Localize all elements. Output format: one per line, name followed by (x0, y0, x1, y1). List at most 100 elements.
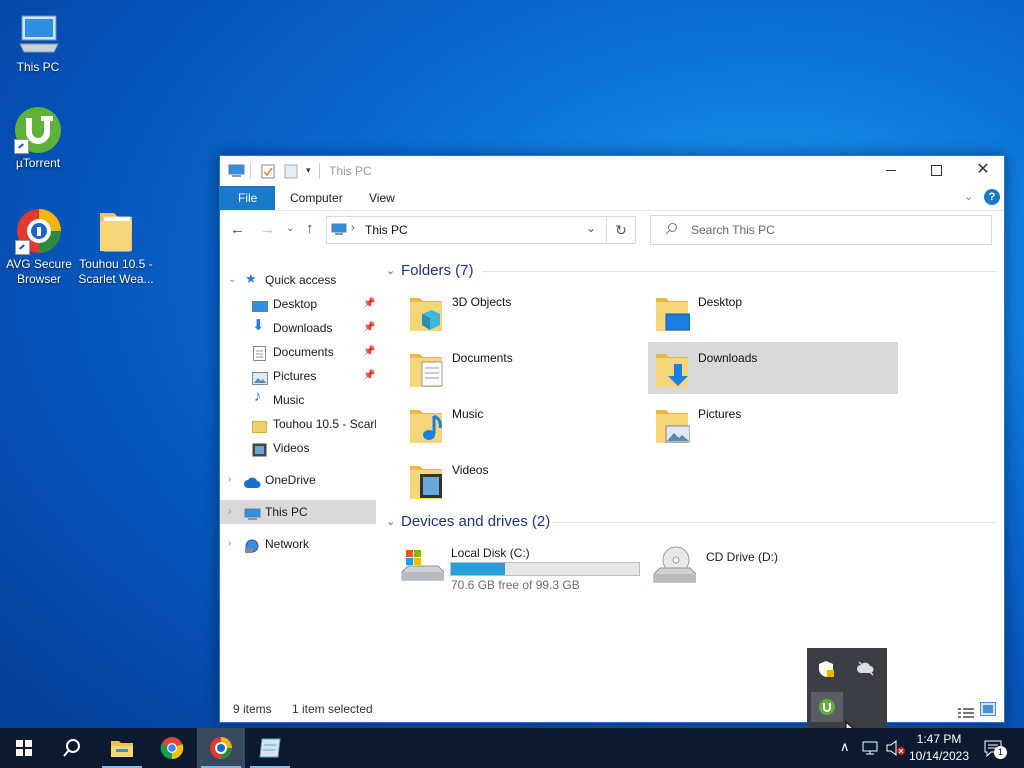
nav-item-documents[interactable]: Documents 📌 (220, 340, 376, 364)
nav-item-touhou[interactable]: Touhou 10.5 - Scarlet (220, 412, 376, 436)
properties-icon[interactable] (261, 164, 275, 182)
taskbar-touhou-app[interactable] (246, 728, 294, 768)
title-bar[interactable]: ▾ This PC ✕ (220, 156, 1004, 186)
folder-music[interactable]: Music (402, 398, 652, 450)
drive-name: CD Drive (D:) (706, 550, 778, 564)
address-dropdown-icon[interactable]: ⌄ (586, 221, 596, 235)
utorrent-icon (14, 106, 62, 154)
refresh-button[interactable]: ↻ (606, 216, 636, 244)
qat-dropdown-icon[interactable]: ▾ (306, 165, 311, 176)
nav-onedrive[interactable]: › OneDrive (220, 468, 376, 492)
chevron-down-icon[interactable]: ⌄ (228, 268, 236, 292)
up-button[interactable]: ↑ (306, 220, 314, 237)
this-pc-icon (228, 164, 245, 181)
nav-item-desktop[interactable]: Desktop 📌 (220, 292, 376, 316)
cd-drive-icon (652, 544, 697, 589)
tab-view[interactable]: View (354, 186, 410, 210)
expand-ribbon-icon[interactable]: ⌄ (964, 190, 973, 203)
chevron-right-icon[interactable]: › (228, 468, 231, 492)
forward-button[interactable]: → (260, 221, 275, 238)
minimize-button[interactable] (870, 156, 916, 186)
folder-3d-objects[interactable]: 3D Objects (402, 286, 652, 338)
document-icon (253, 345, 268, 361)
notification-badge: 1 (994, 746, 1007, 759)
tiles-view-icon[interactable] (980, 702, 996, 716)
music-folder-icon (408, 404, 444, 444)
folder-icon (252, 417, 267, 433)
drive-free-space: 70.6 GB free of 99.3 GB (451, 578, 580, 592)
close-button[interactable]: ✕ (962, 156, 1004, 186)
details-view-icon[interactable] (958, 704, 974, 726)
clock-date: 10/14/2023 (908, 749, 970, 763)
new-folder-icon[interactable] (284, 164, 298, 182)
hard-drive-icon (400, 550, 445, 587)
security-shield-icon[interactable] (817, 660, 835, 681)
nav-this-pc[interactable]: › This PC (220, 500, 376, 524)
devices-group-header[interactable]: ⌄ Devices and drives (2) (382, 510, 1002, 534)
folder-pictures[interactable]: Pictures (648, 398, 898, 450)
chevron-right-icon[interactable]: › (228, 500, 231, 524)
tray-overflow-flyout (807, 648, 887, 728)
folder-desktop[interactable]: Desktop (648, 286, 898, 338)
download-arrow-icon: ⬇ (252, 317, 265, 334)
tab-file[interactable]: File (220, 186, 276, 210)
breadcrumb-separator-icon: › (351, 222, 355, 234)
utorrent-tray-icon[interactable] (811, 692, 843, 722)
taskbar-chrome[interactable] (148, 728, 196, 768)
search-input[interactable]: Search This PC (650, 215, 992, 245)
nav-quick-access[interactable]: ⌄ ★ Quick access (220, 268, 376, 292)
drive-cd-d[interactable]: CD Drive (D:) (650, 538, 900, 594)
onedrive-offline-icon[interactable] (857, 660, 875, 679)
explorer-window: ▾ This PC ✕ File Computer View ⌄ ? ← → ⌄… (219, 155, 1005, 723)
downloads-folder-icon (654, 348, 690, 388)
maximize-button[interactable] (916, 156, 962, 186)
pin-icon: 📌 (363, 370, 376, 381)
shortcut-arrow-icon (15, 240, 30, 255)
folders-group-header[interactable]: ⌄ Folders (7) (382, 259, 1002, 283)
search-icon (665, 222, 678, 238)
nav-item-downloads[interactable]: ⬇ Downloads 📌 (220, 316, 376, 340)
folder-documents[interactable]: Documents (402, 342, 652, 394)
back-button[interactable]: ← (230, 221, 245, 238)
window-title: This PC (329, 164, 372, 178)
help-icon[interactable]: ? (984, 189, 1000, 205)
desktop-icon-this-pc[interactable]: This PC (0, 10, 76, 75)
taskbar-file-explorer[interactable] (98, 728, 146, 768)
chevron-down-icon[interactable]: ⌄ (386, 259, 395, 283)
drive-local-disk-c[interactable]: Local Disk (C:) 70.6 GB free of 99.3 GB (396, 538, 658, 594)
chevron-down-icon[interactable]: ⌄ (386, 510, 395, 534)
folder-icon (92, 207, 140, 255)
address-bar[interactable]: › This PC ⌄ (326, 216, 636, 244)
network-status-icon[interactable] (862, 740, 880, 759)
desktop-icon-utorrent[interactable]: µTorrent (0, 106, 76, 171)
desktop-icon-label: Touhou 10.5 - Scarlet Wea... (78, 257, 154, 286)
recent-locations-icon[interactable]: ⌄ (286, 223, 294, 234)
pin-icon: 📌 (363, 298, 376, 309)
this-pc-icon (331, 223, 347, 239)
nav-item-music[interactable]: ♪ Music (220, 388, 376, 412)
nav-item-pictures[interactable]: Pictures 📌 (220, 364, 376, 388)
selection-count: 1 item selected (292, 702, 373, 716)
volume-muted-icon[interactable] (886, 739, 906, 759)
cloud-icon (244, 473, 261, 488)
folder-videos[interactable]: Videos (402, 454, 652, 506)
desktop-icon-touhou-folder[interactable]: Touhou 10.5 - Scarlet Wea... (78, 207, 154, 287)
folder-downloads[interactable]: Downloads (648, 342, 898, 394)
clock[interactable]: 1:47 PM 10/14/2023 (905, 731, 973, 765)
shortcut-arrow-icon (14, 139, 29, 154)
clock-time: 1:47 PM (916, 732, 962, 746)
avg-browser-icon (15, 207, 63, 255)
tab-computer[interactable]: Computer (275, 186, 358, 210)
desktop-icon-label: AVG Secure Browser (6, 257, 72, 286)
desktop-icon-avg-secure-browser[interactable]: AVG Secure Browser (1, 207, 77, 287)
action-center-button[interactable]: 1 (980, 728, 1024, 768)
desktop-icon-label: This PC (16, 60, 60, 74)
show-hidden-icons-chevron[interactable]: ∧ (840, 739, 850, 755)
nav-network[interactable]: › Network (220, 532, 376, 556)
nav-item-videos[interactable]: Videos (220, 436, 376, 460)
start-button[interactable] (0, 728, 48, 768)
chevron-right-icon[interactable]: › (228, 532, 231, 556)
search-button[interactable] (48, 728, 96, 768)
breadcrumb[interactable]: This PC (365, 223, 408, 237)
taskbar-avg-browser[interactable] (197, 728, 245, 768)
